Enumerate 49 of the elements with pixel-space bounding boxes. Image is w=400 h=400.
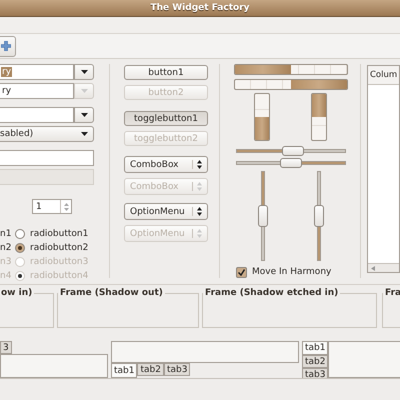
- notebook-tab[interactable]: tab2: [302, 355, 328, 368]
- updown-arrows-icon: [197, 182, 202, 191]
- toggle-button[interactable]: togglebutton1: [124, 111, 208, 126]
- slider-handle[interactable]: [258, 205, 268, 227]
- combo-entry-field[interactable]: [0, 107, 74, 123]
- radio-label[interactable]: radiobutton2: [30, 243, 88, 253]
- checkbox-label[interactable]: Move In Harmony: [252, 267, 332, 277]
- radio-label[interactable]: radiobutton1: [30, 229, 88, 239]
- notebook-tab[interactable]: tab2: [137, 363, 164, 376]
- dropdown-arrow-icon: [80, 70, 88, 74]
- notebook-tab[interactable]: tab1: [302, 341, 328, 355]
- scroll-left-arrow-icon: [371, 266, 375, 270]
- combo-button[interactable]: ComboBox: [124, 156, 208, 173]
- dropdown-button[interactable]: [74, 64, 94, 80]
- spin-arrows-icon: [64, 202, 68, 212]
- updown-arrows-icon: [197, 207, 202, 216]
- checkbox[interactable]: [236, 266, 247, 278]
- radio-button[interactable]: [15, 243, 25, 253]
- plus-icon: [1, 41, 11, 51]
- combo-button[interactable]: OptionMenu: [124, 203, 208, 220]
- column-header[interactable]: Colum: [368, 66, 399, 85]
- frame-label: Fra: [384, 288, 400, 298]
- slider-handle[interactable]: [282, 146, 304, 156]
- horizontal-scrollbar[interactable]: [368, 263, 399, 272]
- spin-field[interactable]: 1: [32, 199, 72, 214]
- notebook-tab[interactable]: 3: [0, 341, 12, 354]
- toolbar-button[interactable]: [0, 36, 16, 56]
- frame-label: ow in): [0, 288, 34, 298]
- text-field[interactable]: [0, 150, 94, 166]
- slider-handle[interactable]: [280, 158, 302, 168]
- push-button[interactable]: button1: [124, 65, 208, 80]
- slider-handle[interactable]: [314, 205, 324, 227]
- combo-box[interactable]: sabled): [0, 126, 94, 142]
- notebook-tab[interactable]: tab3: [302, 368, 328, 378]
- checkbox-label[interactable]: n1: [0, 229, 15, 239]
- checkbox-label[interactable]: n2: [0, 243, 15, 253]
- radio-button[interactable]: [15, 229, 25, 239]
- dropdown-button[interactable]: [74, 107, 94, 123]
- dropdown-arrow-icon: [80, 89, 88, 93]
- updown-arrows-icon: [197, 229, 202, 238]
- window-title: The Widget Factory: [0, 0, 400, 17]
- frame-label: Frame (Shadow out): [59, 288, 164, 298]
- dropdown-arrow-icon: [80, 113, 88, 117]
- notebook-tab[interactable]: tab1: [111, 363, 138, 378]
- frame-label: Frame (Shadow etched in): [204, 288, 340, 298]
- updown-arrows-icon: [197, 160, 202, 169]
- notebook-tab[interactable]: tab3: [164, 363, 190, 376]
- dropdown-arrow-icon: [81, 132, 88, 136]
- checkmark-icon: [238, 268, 245, 276]
